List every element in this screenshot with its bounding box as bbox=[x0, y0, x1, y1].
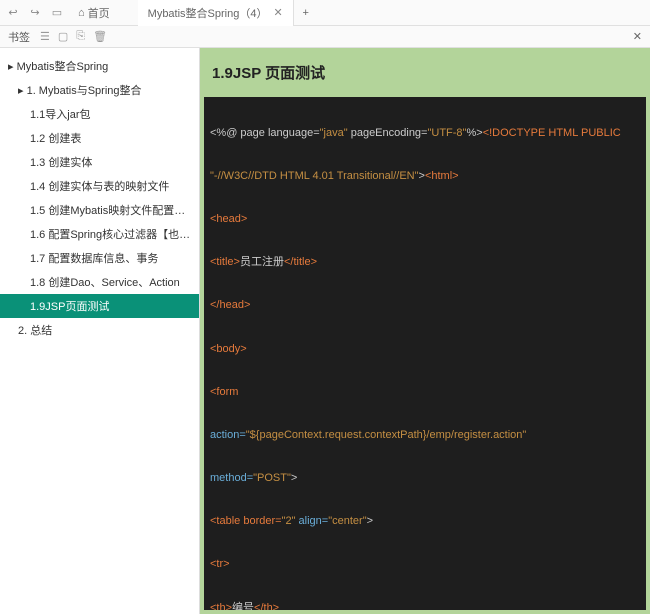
bookmark-tools: ☰ ▢ ⎘ 🗑 bbox=[40, 30, 107, 43]
tool-icon[interactable]: ▢ bbox=[58, 30, 68, 43]
sidebar-item-1-9-active[interactable]: 1.9JSP页面测试 bbox=[0, 294, 199, 318]
sidebar-tree: ▸ Mybatis整合Spring ▸ 1. Mybatis与Spring整合 … bbox=[0, 48, 200, 614]
tab-label: Mybatis整合Spring（4） bbox=[148, 5, 268, 21]
forward-icon[interactable]: ↪ bbox=[28, 6, 42, 20]
tool-icon[interactable]: 🗑 bbox=[93, 30, 107, 43]
sidebar-item-1-6[interactable]: 1.6 配置Spring核心过滤器【也是加载总配置... bbox=[0, 222, 199, 246]
page-title: 1.9JSP 页面测试 bbox=[200, 48, 650, 97]
main-area: ▸ Mybatis整合Spring ▸ 1. Mybatis与Spring整合 … bbox=[0, 48, 650, 614]
tree-section-1[interactable]: ▸ 1. Mybatis与Spring整合 bbox=[0, 78, 199, 102]
tab-bar: Mybatis整合Spring（4） ✕ + bbox=[138, 0, 318, 26]
sidebar-item-1-7[interactable]: 1.7 配置数据库信息、事务 bbox=[0, 246, 199, 270]
close-panel-icon[interactable]: ✕ bbox=[633, 30, 642, 43]
tree-root[interactable]: ▸ Mybatis整合Spring bbox=[0, 54, 199, 78]
tab-active[interactable]: Mybatis整合Spring（4） ✕ bbox=[138, 0, 294, 26]
bookmark-icon[interactable]: ▭ bbox=[50, 6, 64, 20]
tree-section-2[interactable]: 2. 总结 bbox=[0, 318, 199, 342]
home-label: 首页 bbox=[88, 5, 110, 21]
code-block: <%@ page language="java" pageEncoding="U… bbox=[204, 97, 646, 610]
content-pane: 1.9JSP 页面测试 <%@ page language="java" pag… bbox=[200, 48, 650, 614]
home-icon: ⌂ bbox=[78, 7, 85, 19]
back-icon[interactable]: ↩ bbox=[6, 6, 20, 20]
sidebar-item-1-3[interactable]: 1.3 创建实体 bbox=[0, 150, 199, 174]
bookmarks-bar: 书签 ☰ ▢ ⎘ 🗑 ✕ bbox=[0, 26, 650, 48]
add-tab-button[interactable]: + bbox=[294, 7, 318, 19]
close-icon[interactable]: ✕ bbox=[273, 6, 282, 19]
main-toolbar: ↩ ↪ ▭ ⌂ 首页 Mybatis整合Spring（4） ✕ + bbox=[0, 0, 650, 26]
tool-icon[interactable]: ⎘ bbox=[76, 30, 85, 43]
tool-icon[interactable]: ☰ bbox=[40, 30, 50, 43]
sidebar-item-1-5[interactable]: 1.5 创建Mybatis映射文件配置环境 bbox=[0, 198, 199, 222]
sidebar-item-1-1[interactable]: 1.1导入jar包 bbox=[0, 102, 199, 126]
home-button[interactable]: ⌂ 首页 bbox=[78, 5, 110, 21]
sidebar-item-1-4[interactable]: 1.4 创建实体与表的映射文件 bbox=[0, 174, 199, 198]
sidebar-item-1-2[interactable]: 1.2 创建表 bbox=[0, 126, 199, 150]
bookmarks-label: 书签 bbox=[8, 29, 30, 45]
sidebar-item-1-8[interactable]: 1.8 创建Dao、Service、Action bbox=[0, 270, 199, 294]
